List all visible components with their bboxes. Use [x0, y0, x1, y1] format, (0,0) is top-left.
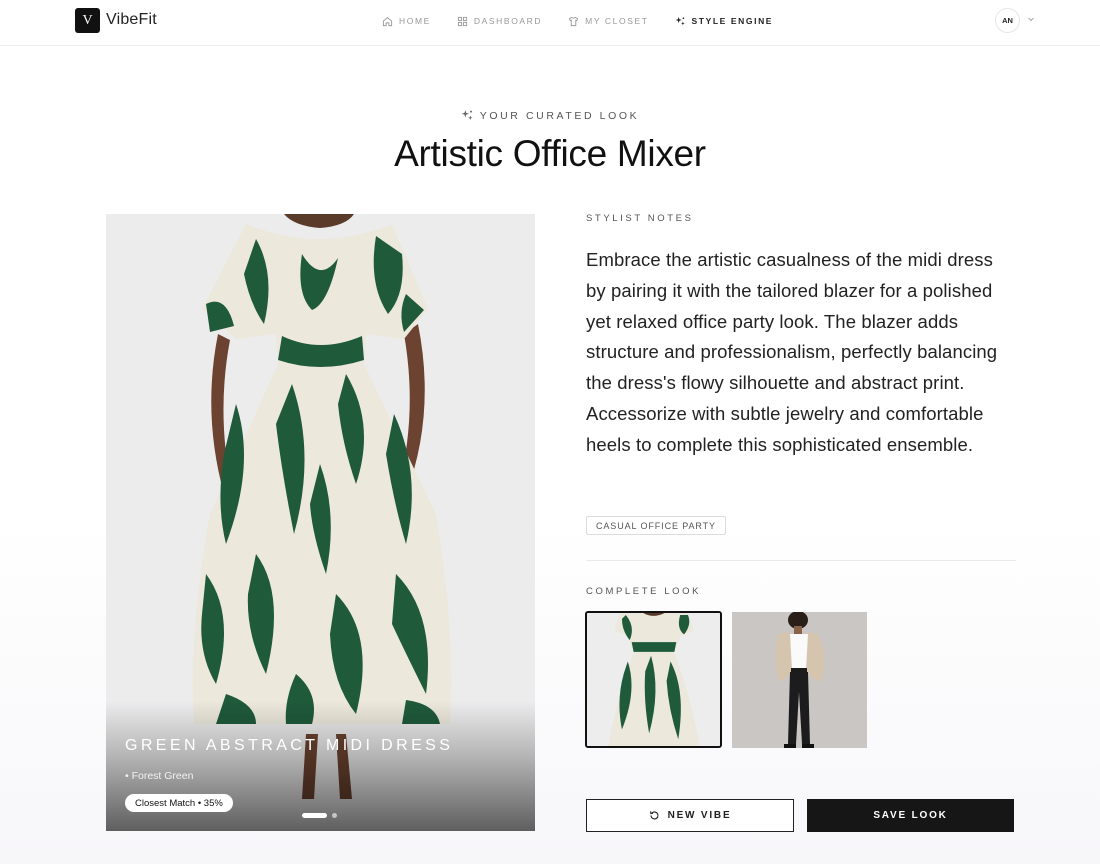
stylist-notes-label: STYLIST NOTES — [586, 213, 694, 224]
blazer-thumbnail-image — [732, 612, 867, 748]
top-navigation-bar: V VibeFit HOME DASHBOARD MY CLOSET STYLE… — [0, 0, 1100, 46]
logo-mark[interactable]: V — [75, 8, 100, 33]
nav-my-closet[interactable]: MY CLOSET — [568, 16, 648, 27]
curated-look-eyebrow: YOUR CURATED LOOK — [0, 109, 1100, 122]
green-abstract-midi-dress-thumbnail[interactable] — [585, 611, 722, 748]
page-title: Artistic Office Mixer — [394, 133, 706, 174]
hero-item-color: • Forest Green — [125, 770, 194, 782]
brand-name[interactable]: VibeFit — [106, 11, 157, 29]
new-vibe-label: NEW VIBE — [667, 810, 732, 821]
nav-dashboard-label: DASHBOARD — [473, 16, 543, 26]
refresh-icon — [649, 811, 659, 820]
occasion-tag: CASUAL OFFICE PARTY — [586, 516, 726, 535]
match-badge: Closest Match • 35% — [125, 794, 233, 812]
carousel-dot-2[interactable] — [332, 813, 337, 818]
chevron-down-icon[interactable] — [1027, 15, 1035, 23]
eyebrow-text: YOUR CURATED LOOK — [479, 109, 640, 122]
hero-item-name: GREEN ABSTRACT MIDI DRESS — [125, 737, 454, 754]
save-look-label: SAVE LOOK — [873, 810, 948, 821]
complete-look-label: COMPLETE LOOK — [586, 586, 702, 597]
dress-thumbnail-image — [587, 613, 720, 746]
hero-item-card[interactable]: GREEN ABSTRACT MIDI DRESS • Forest Green… — [106, 214, 535, 831]
nav-home-label: HOME — [399, 16, 431, 26]
new-vibe-button[interactable]: NEW VIBE — [586, 799, 794, 832]
nav-style-engine-label: STYLE ENGINE — [691, 16, 774, 26]
user-avatar[interactable]: AN — [995, 8, 1020, 33]
sparkles-icon — [675, 16, 685, 25]
carousel-dot-1[interactable] — [302, 813, 327, 818]
main-nav: HOME DASHBOARD MY CLOSET STYLE ENGINE — [382, 14, 773, 28]
nav-style-engine[interactable]: STYLE ENGINE — [675, 16, 774, 27]
nav-dashboard[interactable]: DASHBOARD — [457, 16, 542, 27]
nav-my-closet-label: MY CLOSET — [585, 16, 649, 26]
save-look-button[interactable]: SAVE LOOK — [807, 799, 1014, 832]
grid-icon — [457, 16, 467, 26]
home-icon — [382, 16, 393, 26]
stylist-notes-text: Embrace the artistic casualness of the m… — [586, 249, 998, 455]
shirt-icon — [568, 16, 579, 26]
carousel-indicator — [302, 813, 337, 818]
sparkles-icon — [461, 110, 473, 121]
nav-home[interactable]: HOME — [382, 16, 431, 27]
beige-blazer-outfit-thumbnail[interactable] — [732, 612, 867, 748]
section-divider — [586, 560, 1016, 561]
